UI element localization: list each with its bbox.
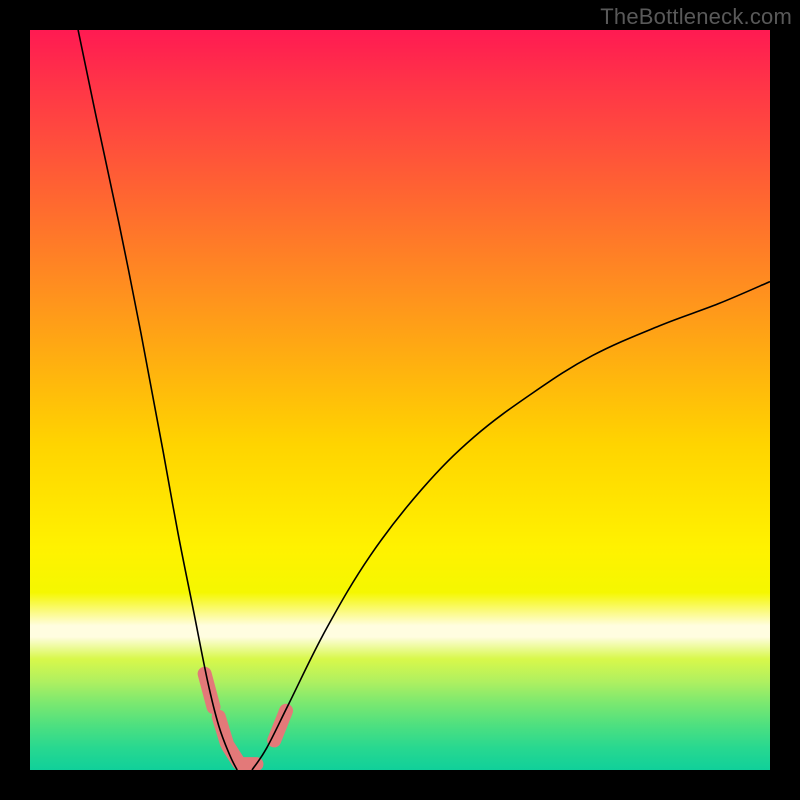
bottleneck-curve bbox=[30, 30, 770, 770]
curve-right bbox=[252, 282, 770, 770]
chart-frame: TheBottleneck.com bbox=[0, 0, 800, 800]
attribution-label: TheBottleneck.com bbox=[600, 4, 792, 30]
trough-marker bbox=[274, 711, 286, 741]
plot-area bbox=[30, 30, 770, 770]
curve-left bbox=[78, 30, 237, 770]
